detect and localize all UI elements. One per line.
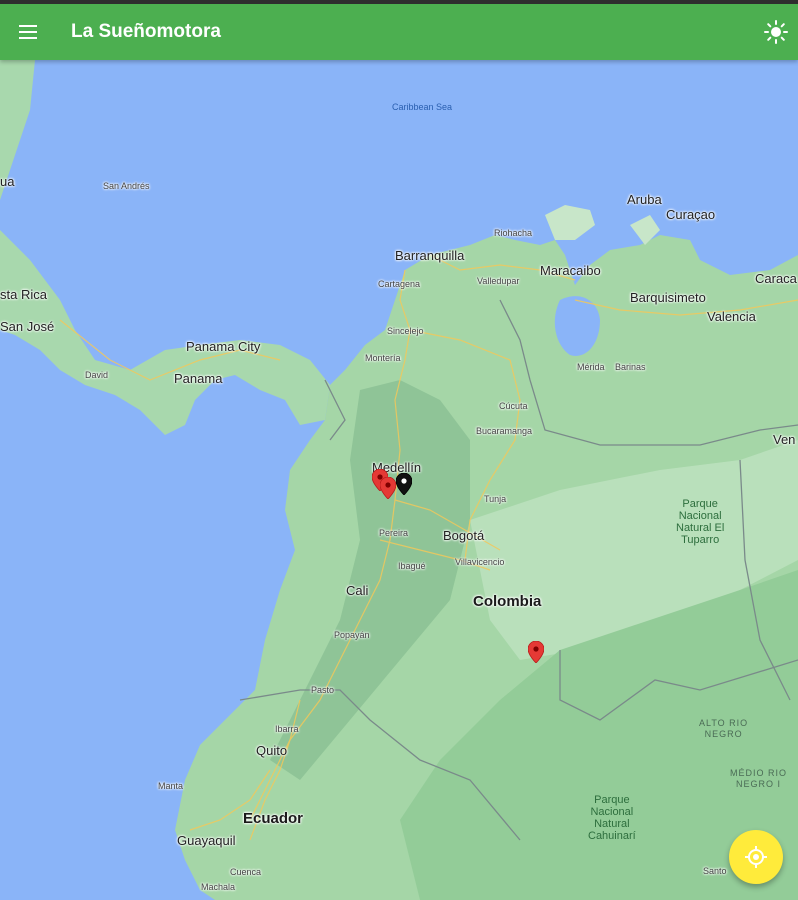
town-label-bucaramanga: Bucaramanga [476,426,533,436]
city-label-curacao: Curaçao [666,207,716,222]
app-title: La Sueñomotora [71,21,221,42]
map-pin-icon[interactable] [395,472,413,496]
city-label-caracas: Caraca [755,271,797,286]
city-label-guayaquil: Guayaquil [177,833,236,848]
town-label-monteria: Montería [365,353,401,363]
city-label-barranquilla: Barranquilla [395,248,465,263]
city-label-panama-city: Panama City [186,339,261,354]
town-label-barinas: Barinas [615,362,646,372]
menu-icon[interactable] [14,18,44,46]
town-label-david: David [85,370,109,380]
town-label-villavicencio: Villavicencio [455,557,505,567]
city-label-valencia: Valencia [707,309,756,324]
country-label-colombia: Colombia [473,593,542,610]
town-label-machala: Machala [201,882,236,892]
town-label-valledupar: Valledupar [477,276,520,286]
town-label-merida: Mérida [577,362,605,372]
city-label-barquisimeto: Barquisimeto [630,290,706,305]
app-bar: La Sueñomotora [0,0,798,60]
city-label-quito: Quito [256,743,288,758]
country-label-ecuador: Ecuador [243,810,304,827]
town-label-riohacha: Riohacha [494,228,533,238]
city-label-costa-rica: sta Rica [0,287,47,302]
town-label-cartagena: Cartagena [378,279,421,289]
city-label-bogota: Bogotá [443,528,485,543]
park-label-tuparro: Parque Nacional Natural El Tuparro [676,498,725,546]
country-label-panama: Panama [174,371,223,386]
map-pin-icon[interactable] [379,476,397,500]
town-label-pasto: Pasto [311,685,335,695]
map-pin-icon[interactable] [527,640,545,664]
town-label-ibarra: Ibarra [275,724,299,734]
window-top-strip [0,0,798,4]
town-label-cucuta: Cúcuta [499,401,528,411]
town-label-santo: Santo [703,866,727,876]
city-label-aruba: Aruba [627,192,662,207]
sea-label: Caribbean Sea [392,102,453,112]
city-label-ua: ua [0,174,15,189]
city-label-cali: Cali [346,583,369,598]
town-label-ibague: Ibagué [398,561,426,571]
park-label-cahuinari: Parque Nacional Natural Cahuinarí [588,794,636,842]
town-label-manta: Manta [158,781,184,791]
country-label-venezuela: Ven [773,432,796,447]
map-view[interactable]: Caribbean Sea ua San Andrés Aruba Curaça… [0,60,798,900]
town-label-tunja: Tunja [484,494,507,504]
city-label-maracaibo: Maracaibo [540,263,601,278]
town-label-cuenca: Cuenca [230,867,262,877]
town-label-san-andres: San Andrés [103,181,150,191]
town-label-popayan: Popayán [334,630,370,640]
town-label-sincelejo: Sincelejo [387,326,424,336]
town-label-pereira: Pereira [379,528,409,538]
sun-icon[interactable] [762,18,790,46]
region-label-medio-rio-negro: MÉDIO RIO NEGRO I [730,768,788,789]
region-label-alto-rio-negro: ALTO RIO NEGRO [699,718,749,739]
my-location-icon[interactable] [729,830,783,884]
city-label-san-jose: San José [0,319,55,334]
